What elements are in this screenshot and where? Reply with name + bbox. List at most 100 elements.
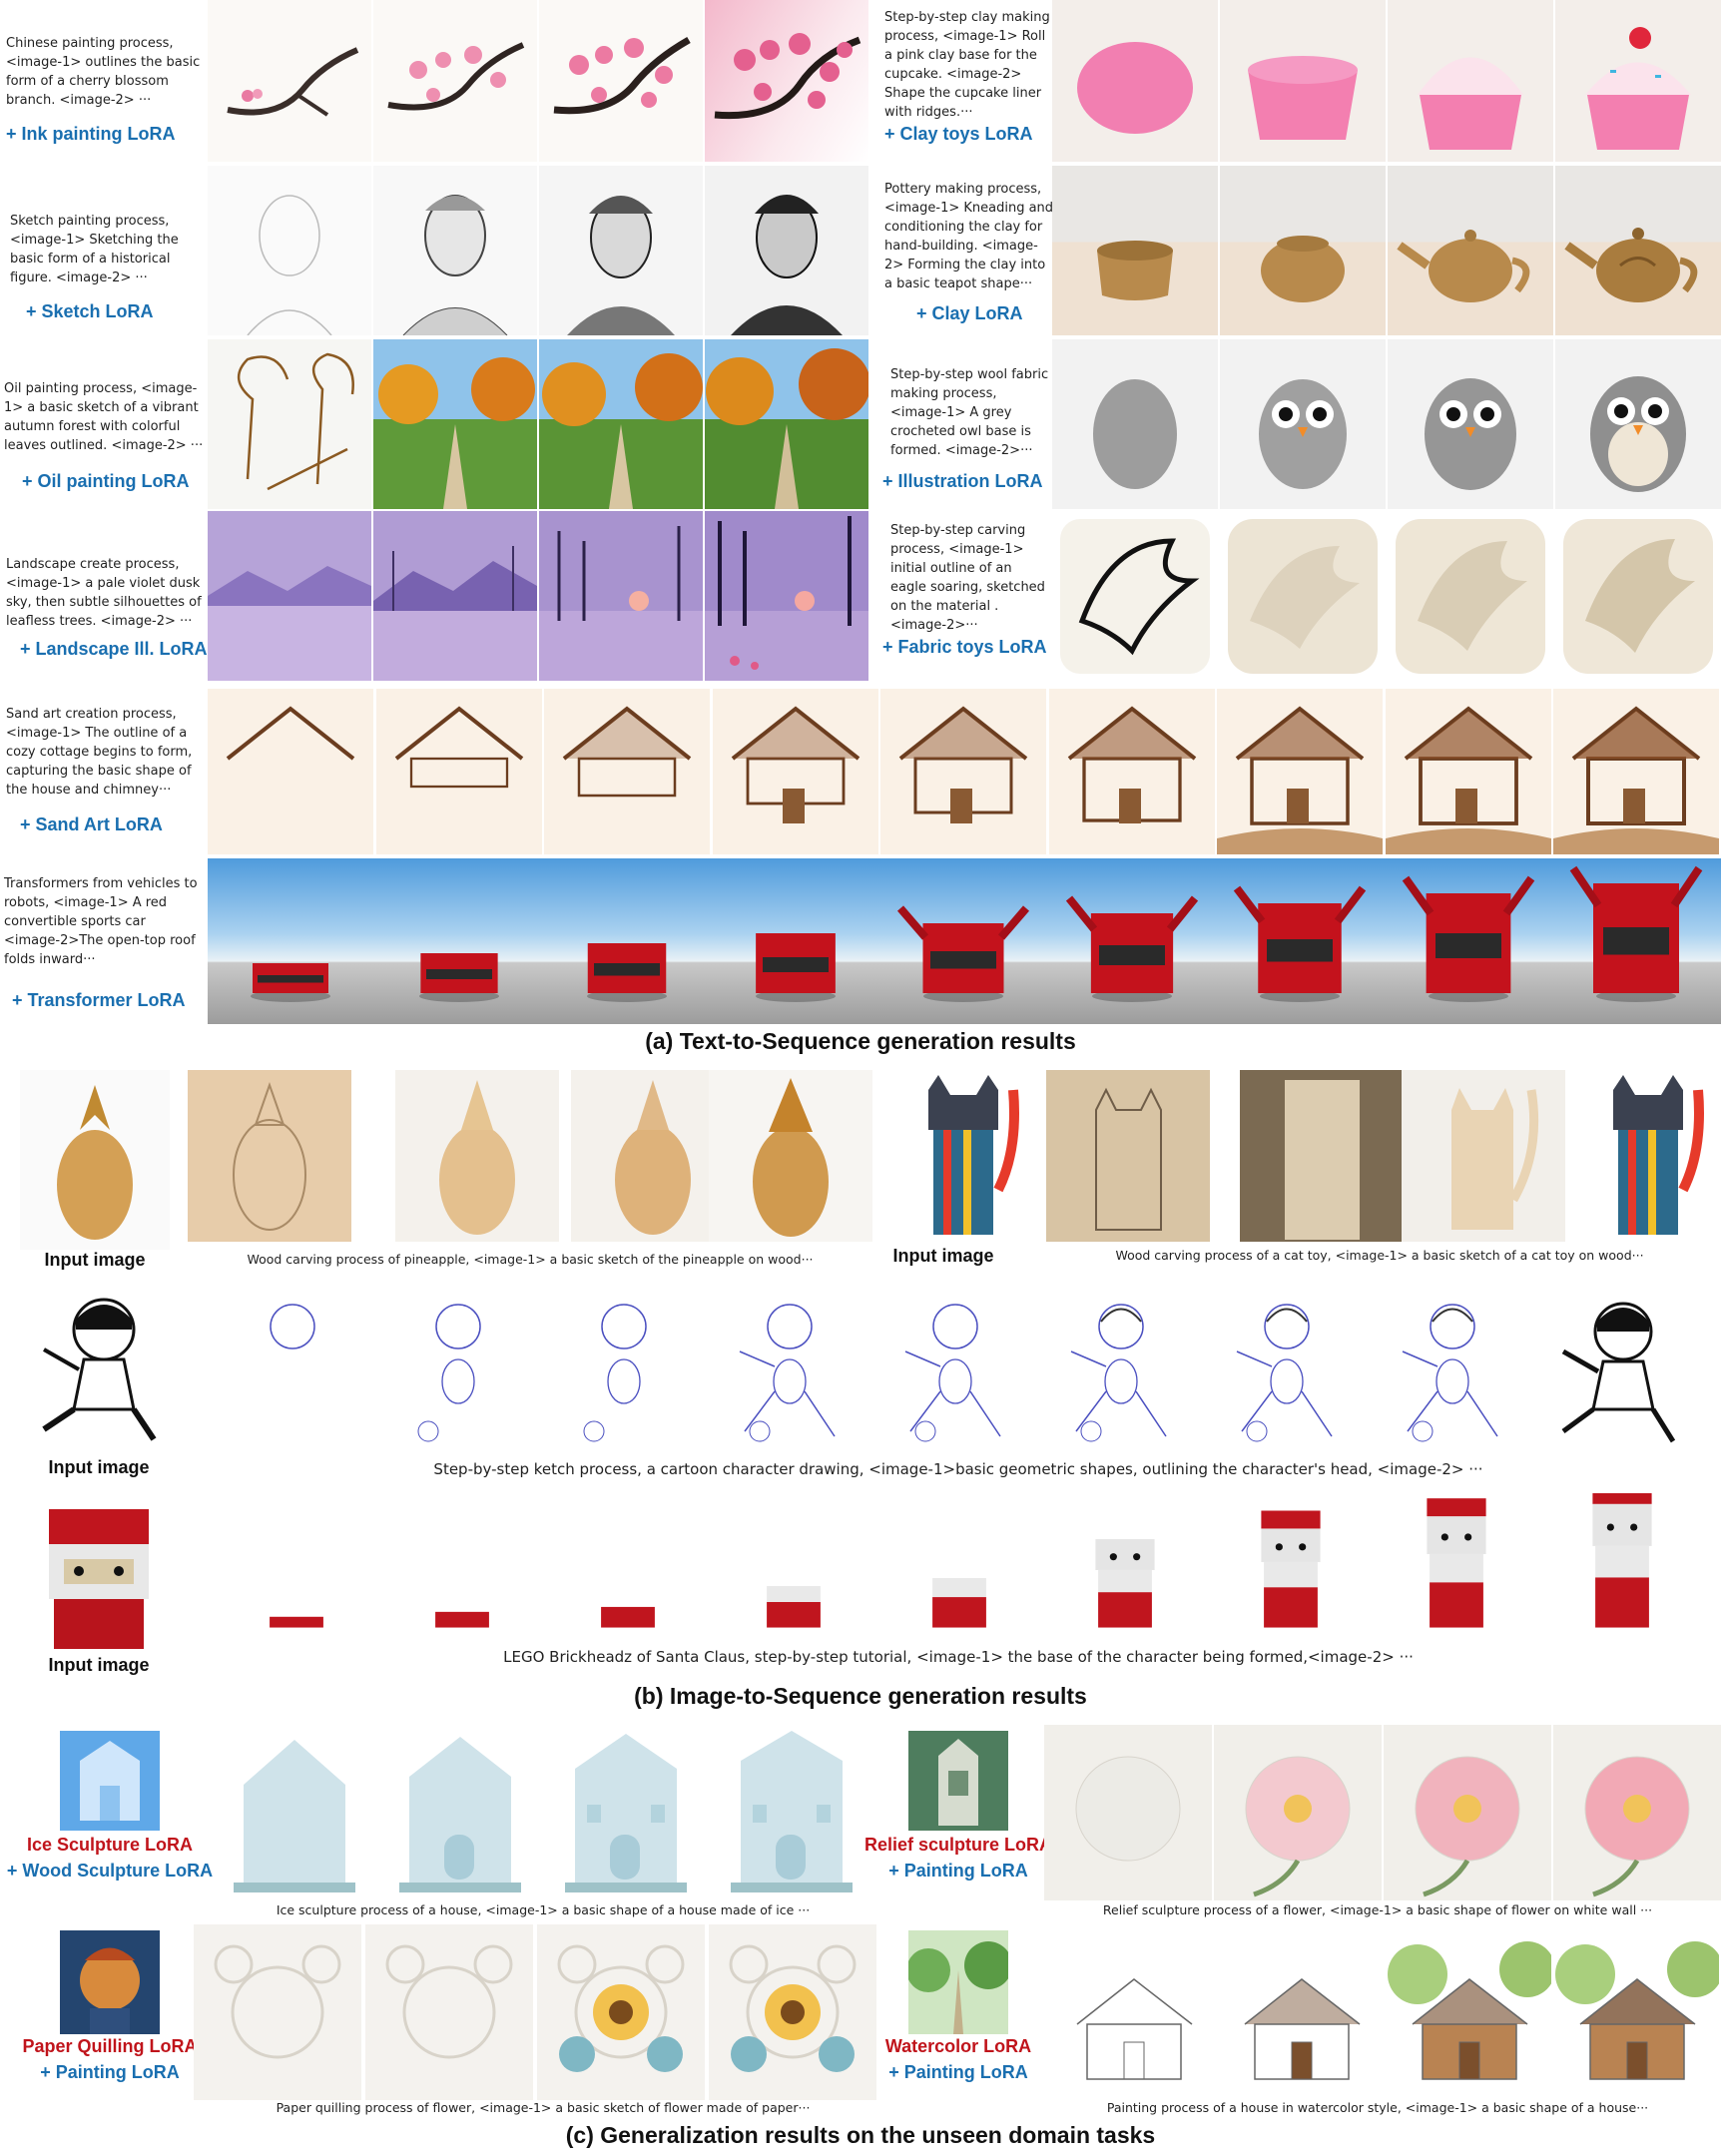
prompt-transformer: Transformers from vehicles to robots, <i… — [4, 876, 198, 967]
frame-santa-2 — [387, 1493, 537, 1641]
thumb-relief-sculpture — [908, 1731, 1008, 1831]
frame-eagle-4 — [1555, 511, 1721, 681]
frame-santa-9 — [1547, 1493, 1697, 1641]
prompt-oil-painting: Oil painting process, <image-1> a basic … — [4, 381, 204, 453]
thumb-paper-quilling — [60, 1930, 160, 2034]
prompt-sand-art: Sand art creation process, <image-1> The… — [6, 707, 193, 798]
frame-cherry-4 — [705, 0, 868, 162]
frame-teapot-1 — [1052, 166, 1218, 335]
frame-sketch-1 — [208, 166, 371, 335]
frame-transformer-8 — [1386, 858, 1551, 1024]
frame-transformer-1 — [208, 858, 373, 1024]
frame-transformer-5 — [880, 858, 1046, 1024]
prompt-sketch: Sketch painting process, <image-1> Sketc… — [10, 214, 179, 285]
prompt-watercolor-house: Painting process of a house in watercolo… — [1106, 2100, 1649, 2115]
lora-illustration: + Illustration LoRA — [882, 471, 1043, 491]
frame-transformer-4 — [713, 858, 878, 1024]
frame-sand-9 — [1553, 689, 1719, 854]
frame-sand-7 — [1217, 689, 1383, 854]
frame-landscape-2 — [373, 511, 537, 681]
frame-sand-8 — [1385, 689, 1551, 854]
prompt-landscape: Landscape create process, <image-1> a pa… — [6, 557, 202, 629]
frame-cat-3 — [1402, 1070, 1565, 1242]
lora-relief-sculpture: Relief sculpture LoRA — [863, 1835, 1053, 1855]
frame-relief-2 — [1214, 1725, 1382, 1900]
frame-transformer-7 — [1217, 858, 1383, 1024]
lora-painting-relief: + Painting LoRA — [888, 1861, 1028, 1881]
frame-santa-8 — [1382, 1493, 1531, 1641]
input-image-santa — [24, 1489, 174, 1659]
lora-wood-sculpture: + Wood Sculpture LoRA — [6, 1861, 214, 1881]
input-label-santa: Input image — [48, 1655, 150, 1675]
frame-forest-3 — [539, 339, 703, 509]
lora-sand-art: + Sand Art LoRA — [20, 814, 163, 834]
frame-watercolor-3 — [1388, 1924, 1551, 2100]
frame-watercolor-4 — [1555, 1924, 1719, 2100]
frame-cupcake-4 — [1555, 0, 1721, 162]
frame-forest-1 — [208, 339, 371, 509]
frame-cartoon-9 — [1543, 1292, 1693, 1451]
lora-fabric-toys: + Fabric toys LoRA — [882, 637, 1047, 657]
frame-cartoon-3 — [549, 1292, 699, 1451]
frame-cartoon-8 — [1378, 1292, 1527, 1451]
frame-cupcake-2 — [1220, 0, 1386, 162]
frame-transformer-2 — [376, 858, 542, 1024]
caption-a: (a) Text-to-Sequence generation results — [645, 1028, 1076, 1054]
frame-landscape-1 — [208, 511, 371, 681]
lora-paper-quilling: Paper Quilling LoRA — [22, 2036, 198, 2056]
frame-landscape-4 — [705, 511, 868, 681]
frame-relief-3 — [1384, 1725, 1551, 1900]
lora-transformer: + Transformer LoRA — [12, 990, 186, 1010]
frame-cartoon-2 — [383, 1292, 533, 1451]
frame-cherry-1 — [208, 0, 371, 162]
frame-pineapple-1 — [188, 1070, 351, 1242]
frame-watercolor-1 — [1052, 1924, 1216, 2100]
frame-relief-4 — [1553, 1725, 1721, 1900]
frame-santa-5 — [884, 1493, 1034, 1641]
frame-santa-6 — [1050, 1493, 1200, 1641]
prompt-quilling-flower: Paper quilling process of flower, <image… — [276, 2100, 811, 2115]
frame-cupcake-3 — [1388, 0, 1553, 162]
lora-clay-toys: + Clay toys LoRA — [884, 124, 1033, 144]
frame-eagle-3 — [1388, 511, 1553, 681]
caption-c: (c) Generalization results on the unseen… — [565, 2122, 1156, 2148]
frame-forest-2 — [373, 339, 537, 509]
frame-quill-1 — [194, 1924, 361, 2100]
lora-landscape: + Landscape Ill. LoRA — [20, 639, 208, 659]
frame-transformer-6 — [1049, 858, 1215, 1024]
frame-owl-4 — [1555, 339, 1721, 509]
frame-ice-2 — [379, 1725, 541, 1894]
frame-sand-2 — [375, 689, 542, 854]
frame-cartoon-1 — [218, 1292, 367, 1451]
frame-pineapple-2 — [395, 1070, 559, 1242]
frame-cartoon-4 — [715, 1292, 864, 1451]
frame-teapot-2 — [1220, 166, 1386, 335]
frame-transformer-3 — [544, 858, 710, 1024]
frame-santa-7 — [1216, 1493, 1366, 1641]
input-label-pineapple: Input image — [44, 1250, 146, 1270]
frame-cat-1 — [1046, 1070, 1210, 1242]
frame-watercolor-2 — [1220, 1924, 1384, 2100]
prompt-santa: LEGO Brickheadz of Santa Claus, step-by-… — [503, 1648, 1414, 1666]
frame-relief-1 — [1044, 1725, 1212, 1900]
input-image-cartoon — [24, 1290, 174, 1451]
frame-santa-3 — [553, 1493, 703, 1641]
lora-watercolor: Watercolor LoRA — [884, 2036, 1032, 2056]
input-image-cat — [898, 1070, 1028, 1242]
thumb-watercolor — [908, 1930, 1008, 2034]
frame-sand-1 — [208, 689, 373, 854]
input-image-pineapple — [20, 1070, 170, 1250]
frame-teapot-4 — [1555, 166, 1721, 335]
prompt-clay: Pottery making process, <image-1> Kneadi… — [884, 182, 1054, 291]
frame-santa-1 — [222, 1493, 371, 1641]
frame-eagle-2 — [1220, 511, 1386, 681]
lora-painting-quilling: + Painting LoRA — [40, 2062, 180, 2082]
prompt-pineapple: Wood carving process of pineapple, <imag… — [247, 1252, 814, 1267]
prompt-cartoon: Step-by-step ketch process, a cartoon ch… — [433, 1460, 1483, 1478]
caption-b: (b) Image-to-Sequence generation results — [634, 1683, 1087, 1709]
lora-oil-painting: + Oil painting LoRA — [22, 471, 190, 491]
frame-cat-2 — [1240, 1070, 1404, 1242]
lora-ink-painting: + Ink painting LoRA — [6, 124, 176, 144]
frame-owl-3 — [1388, 339, 1553, 509]
frame-sand-4 — [712, 689, 878, 854]
